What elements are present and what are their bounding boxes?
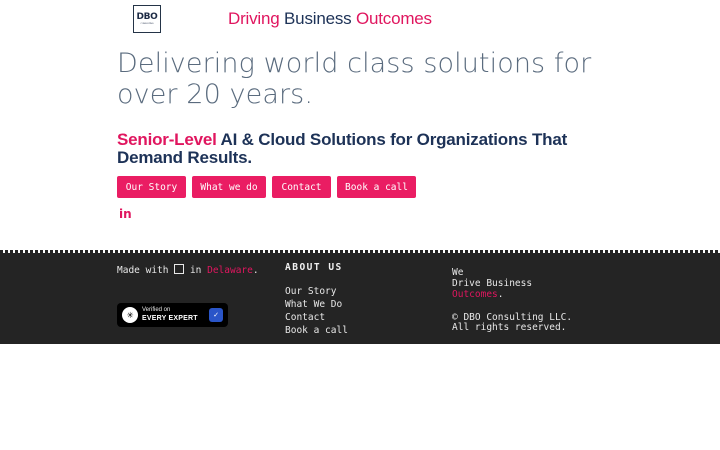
tagline-word-3: Outcomes: [355, 9, 432, 28]
heart-icon: [174, 264, 185, 274]
slogan-line-2: Drive Business: [452, 278, 533, 289]
contact-button[interactable]: Contact: [272, 176, 331, 198]
tagline-word-1: Driving: [228, 9, 280, 28]
footer-link-book-a-call[interactable]: Book a call: [285, 325, 348, 336]
slogan-period: .: [497, 289, 504, 300]
logo-subtext: CONSULTING: [140, 22, 154, 25]
footer: Made with in Delaware. ✳ Verified on EVE…: [0, 253, 720, 344]
made-with-text: Made with in Delaware.: [117, 264, 259, 276]
book-a-call-button[interactable]: Book a call: [337, 176, 416, 198]
linkedin-icon[interactable]: in: [119, 208, 132, 220]
badge-line-1: Verified on: [142, 307, 171, 313]
logo[interactable]: DBO CONSULTING: [133, 5, 161, 33]
copyright-line-2: All rights reserved.: [452, 322, 567, 333]
about-links: Our Story What We Do Contact Book a call: [285, 285, 348, 337]
every-expert-badge[interactable]: ✳ Verified on EVERY EXPERT ✓: [117, 303, 228, 327]
site-tagline: Driving Business Outcomes: [228, 9, 432, 29]
made-with-prefix: Made with: [117, 265, 169, 276]
footer-link-contact[interactable]: Contact: [285, 312, 325, 323]
footer-slogan: We Drive Business Outcomes.: [452, 267, 532, 300]
logo-mark: DBO: [136, 11, 158, 22]
copyright: © DBO Consulting LLC. All rights reserve…: [452, 313, 572, 333]
footer-link-our-story[interactable]: Our Story: [285, 286, 336, 297]
our-story-button[interactable]: Our Story: [117, 176, 186, 198]
about-us-heading: ABOUT US: [285, 262, 343, 273]
badge-line-2: EVERY EXPERT: [142, 315, 198, 322]
slogan-line-1: We: [452, 267, 464, 278]
hero-headline: Delivering world class solutions for ove…: [117, 48, 592, 110]
hero-subhead: Senior-Level AI & Cloud Solutions for Or…: [117, 131, 587, 167]
verified-check-icon: ✓: [209, 308, 223, 322]
slogan-line-3: Outcomes: [452, 289, 498, 300]
made-with-in: in: [184, 265, 208, 276]
location-link[interactable]: Delaware: [207, 265, 253, 276]
tagline-word-2: Business: [284, 9, 352, 28]
made-with-period: .: [252, 265, 259, 276]
what-we-do-button[interactable]: What we do: [192, 176, 266, 198]
subhead-highlight: Senior-Level: [117, 130, 217, 149]
every-expert-logo-icon: ✳: [122, 307, 138, 323]
footer-link-what-we-do[interactable]: What We Do: [285, 299, 342, 310]
